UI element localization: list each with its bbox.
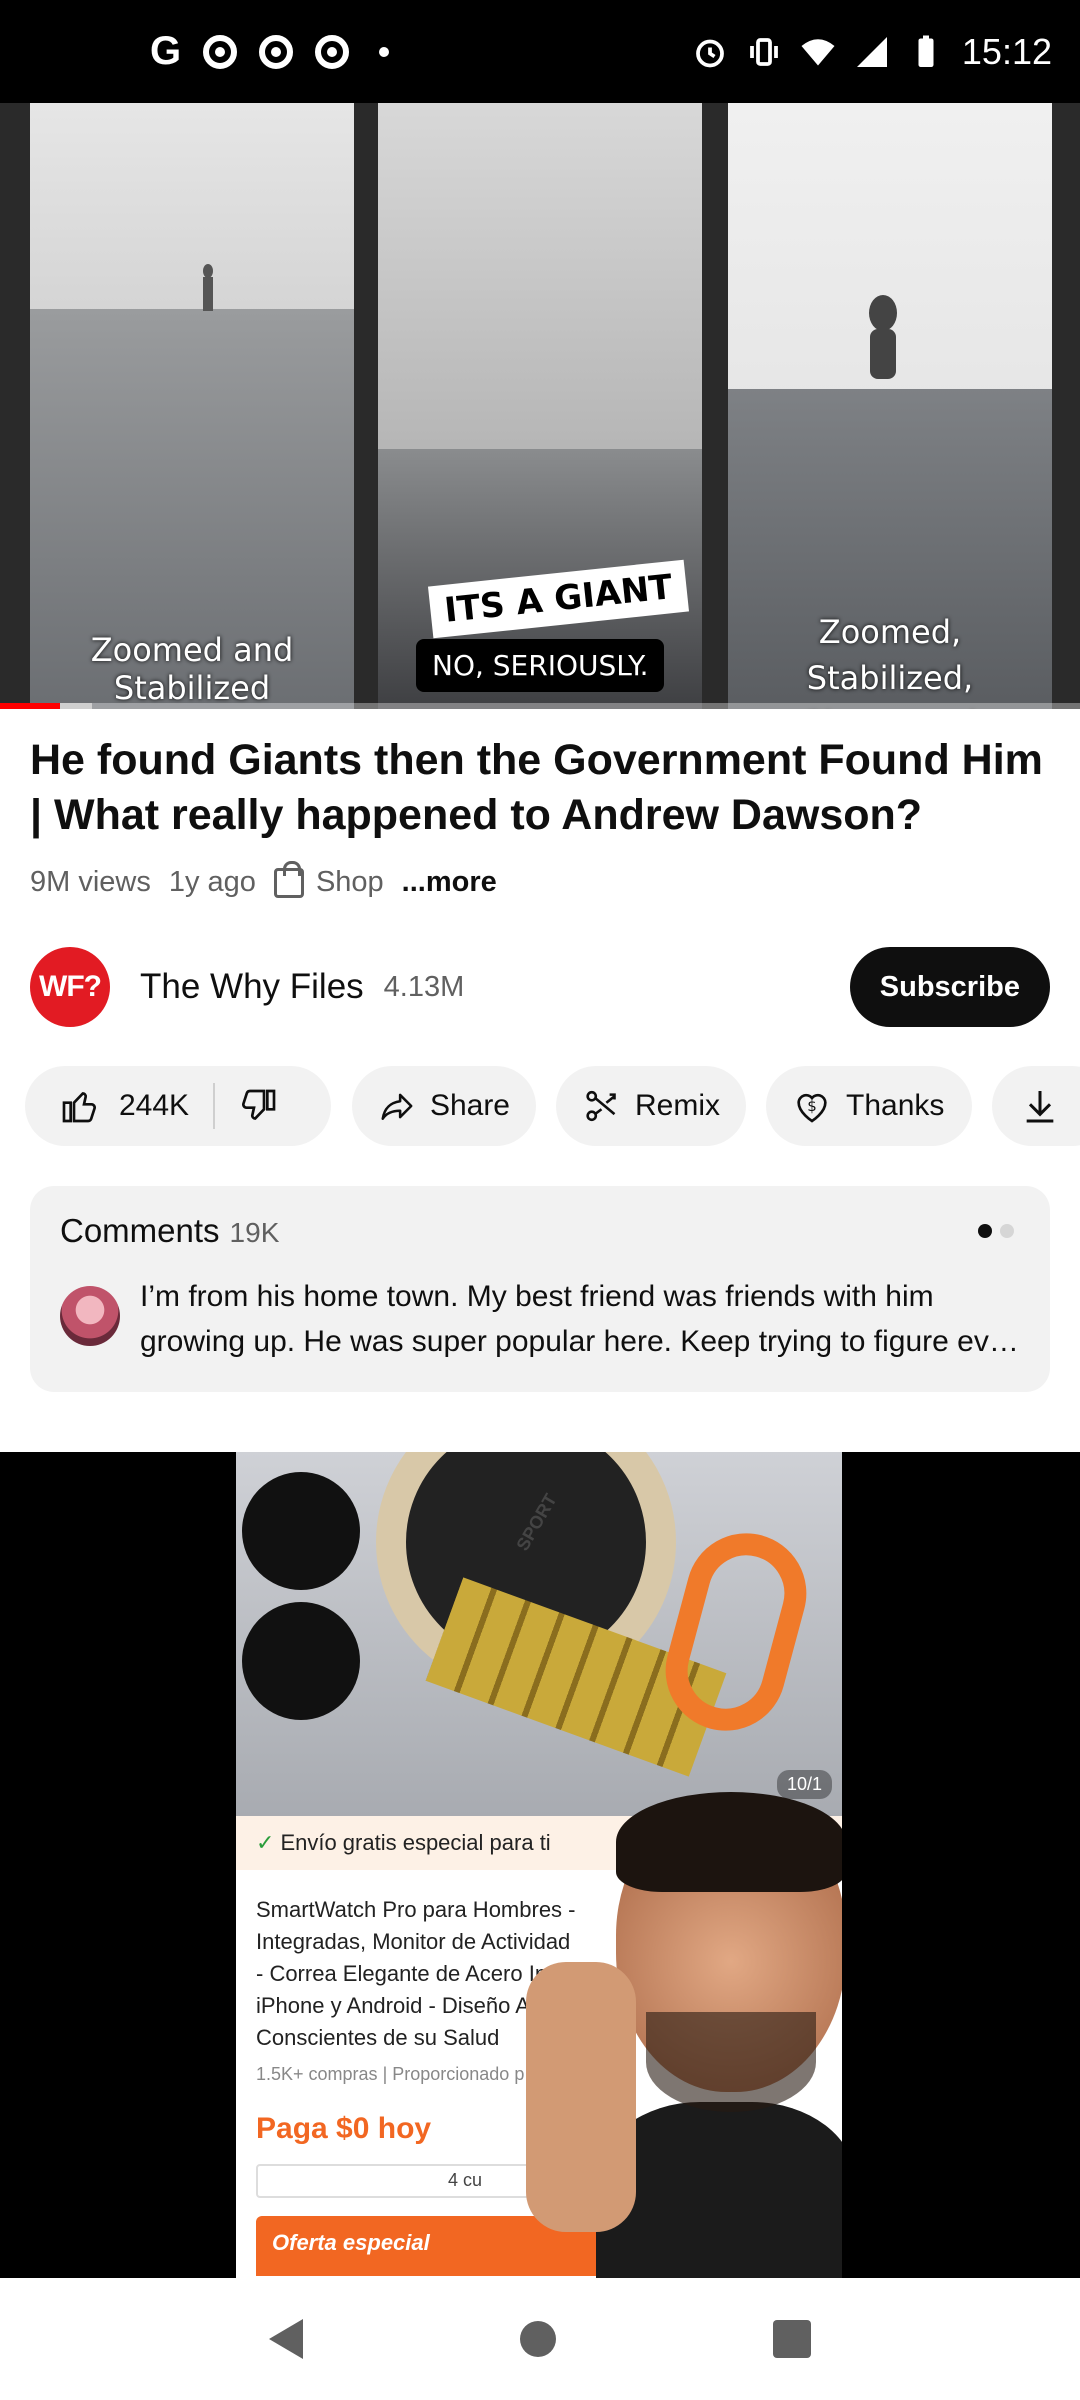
chrome-icon (203, 34, 238, 69)
progress-buffered (60, 703, 92, 709)
google-icon: G (150, 29, 182, 73)
check-icon: ✓ (256, 1830, 275, 1855)
like-button[interactable]: 244K (59, 1086, 189, 1126)
thumbs-up-icon (62, 1092, 96, 1123)
back-icon[interactable] (268, 2319, 303, 2359)
status-time: 15:12 (961, 30, 1052, 72)
battery-icon (918, 35, 934, 67)
alarm-icon (696, 39, 724, 67)
video-meta[interactable]: 9M views 1y ago Shop ...more (30, 860, 497, 899)
view-count: 9M views (30, 866, 151, 898)
thanks-heart-icon: $ (797, 1093, 827, 1123)
comments-heading: Comments 19K (60, 1212, 280, 1249)
presenter (526, 1792, 842, 2278)
ad-frame: SPORT 10/1 ✓ Envío gratis especial para t… (236, 1452, 842, 2278)
download-icon (1026, 1091, 1054, 1123)
channel-name[interactable]: The Why Files (140, 967, 364, 1007)
notification-dot-icon (379, 46, 390, 57)
progress-played (0, 703, 61, 709)
svg-text:$: $ (807, 1097, 817, 1115)
home-icon[interactable] (519, 2321, 556, 2357)
video-panel-left (30, 103, 354, 709)
figure-silhouette (203, 264, 213, 311)
commenter-avatar (60, 1286, 120, 1346)
remix-button[interactable]: Remix (556, 1066, 746, 1146)
status-bar: G 15:12 (0, 0, 1080, 103)
shopping-bag-icon (273, 860, 304, 898)
figure-silhouette (869, 295, 897, 379)
purchase-count: 1.5K+ compras | Proporcionado p (256, 2064, 525, 2084)
ad-video[interactable]: SPORT 10/1 ✓ Envío gratis especial para t… (0, 1452, 1080, 2278)
remix-icon (586, 1090, 616, 1122)
recents-icon[interactable] (773, 2320, 812, 2358)
channel-row: WF? The Why Files 4.13M Subscribe (30, 947, 1050, 1027)
subscriber-count: 4.13M (383, 970, 465, 1003)
share-icon (381, 1093, 413, 1120)
action-bar: 244K Share Remix $ Thanks (25, 1066, 1080, 1146)
thanks-button[interactable]: $ Thanks (766, 1066, 972, 1146)
shop-link[interactable]: Shop (316, 866, 384, 899)
like-dislike-group: 244K (25, 1066, 331, 1146)
download-button[interactable] (992, 1066, 1080, 1146)
wifi-icon (801, 38, 835, 65)
product-image: SPORT 10/1 (236, 1452, 842, 1816)
video-player[interactable]: Zoomed and Stabilized ITS A GIANT NO, SE… (0, 103, 1080, 709)
watch-screen (242, 1472, 360, 1590)
status-bar-notifications: G (150, 29, 390, 74)
like-divider (213, 1083, 216, 1129)
like-count: 244K (119, 1089, 190, 1122)
signal-icon (856, 36, 887, 67)
chrome-icon (259, 34, 294, 69)
thumbs-down-icon[interactable] (239, 1086, 279, 1126)
caption-serious: NO, SERIOUSLY. (416, 639, 665, 692)
system-nav-bar (0, 2278, 1080, 2400)
caption-right: Zoomed, Stabilized, Sharpened (803, 613, 977, 709)
video-title[interactable]: He found Giants then the Government Foun… (30, 733, 1050, 843)
upload-age: 1y ago (168, 866, 256, 898)
comments-pager-dots (978, 1224, 1014, 1238)
image-counter: 10/1 (776, 1770, 832, 1799)
video-progress-bar[interactable] (0, 703, 1080, 709)
comments-card[interactable]: Comments 19K I’m from his home town. My b… (30, 1186, 1050, 1392)
vibrate-icon (750, 37, 778, 66)
watch-screen (242, 1602, 360, 1720)
share-button[interactable]: Share (352, 1066, 536, 1146)
channel-avatar[interactable]: WF? (30, 947, 110, 1027)
pay-today: Paga $0 hoy (256, 2112, 432, 2145)
chrome-icon (315, 34, 350, 69)
more-link[interactable]: ...more (402, 866, 497, 899)
subscribe-button[interactable]: Subscribe (849, 947, 1050, 1027)
top-comment: I’m from his home town. My best friend w… (140, 1280, 1020, 1358)
caption-left: Zoomed and Stabilized (90, 631, 294, 707)
status-bar-system: 15:12 (692, 31, 1052, 73)
comment-count: 19K (229, 1217, 280, 1248)
